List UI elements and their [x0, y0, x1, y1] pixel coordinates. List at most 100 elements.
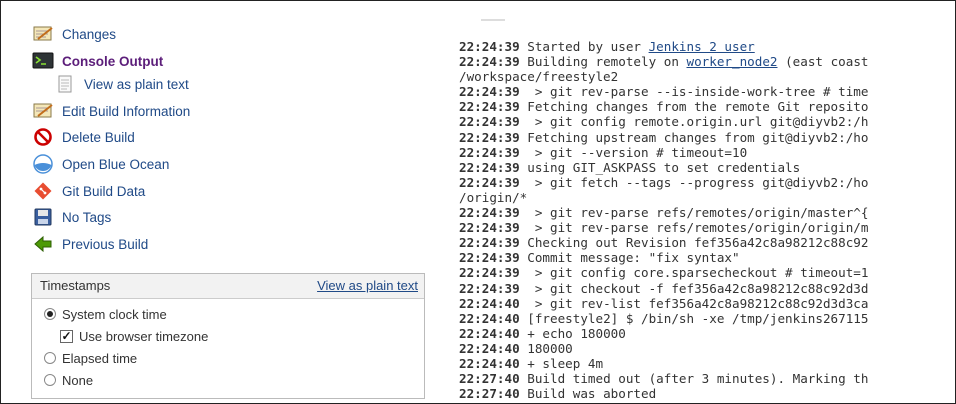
console-timestamp: 22:24:39	[459, 144, 520, 160]
browser-timezone-checkbox[interactable]: ✓	[60, 329, 73, 343]
console-line: 22:24:39 Checking out Revision fef356a42…	[459, 235, 955, 250]
console-timestamp: 22:24:39	[459, 205, 520, 221]
console-text: (east coast	[777, 54, 869, 70]
console-text: > git fetch --tags --progress git@diyvb2…	[527, 174, 869, 190]
console-line: 22:24:39 > git config core.sparsecheckou…	[459, 265, 955, 280]
none-radio[interactable]	[44, 374, 56, 386]
console-text: /origin/*	[459, 189, 528, 205]
console-timestamp: 22:24:39	[459, 235, 520, 251]
sidebar-item-previous-build[interactable]: Previous Build	[31, 232, 148, 256]
console-line: /workspace/freestyle2	[459, 69, 955, 84]
console-line: 22:24:39 Building remotely on worker_nod…	[459, 54, 955, 69]
elapsed-time-option[interactable]: Elapsed time	[44, 348, 137, 368]
document-icon	[53, 72, 77, 96]
console-line: 22:24:39 > git rev-parse refs/remotes/or…	[459, 220, 955, 235]
view-plain-text-link[interactable]: View as plain text	[317, 278, 418, 293]
floppy-disk-icon	[31, 205, 55, 229]
console-text: Started by user	[527, 39, 649, 54]
console-link[interactable]: Jenkins 2 user	[649, 39, 755, 54]
sidebar-item-no-tags[interactable]: No Tags	[31, 205, 111, 229]
system-clock-label: System clock time	[62, 306, 167, 322]
console-timestamp: 22:24:39	[459, 250, 520, 266]
console-line: 22:24:40 > git rev-list fef356a42c8a9821…	[459, 296, 955, 311]
console-timestamp: 22:24:39	[459, 265, 520, 281]
console-output: 22:24:39 Started by user Jenkins 2 user 2…	[459, 39, 955, 403]
elapsed-time-label: Elapsed time	[62, 350, 138, 366]
console-link[interactable]: worker_node2	[687, 54, 778, 69]
console-line: 22:24:39 > git rev-parse refs/remotes/or…	[459, 205, 955, 220]
console-text: Fetching changes from the remote Git rep…	[527, 99, 869, 115]
console-timestamp: 22:24:39	[459, 220, 520, 236]
console-timestamp: 22:24:39	[459, 84, 520, 100]
console-text: > git checkout -f fef356a42c8a98212c88c9…	[527, 280, 869, 296]
console-timestamp: 22:24:39	[459, 99, 520, 115]
console-text: Build timed out (after 3 minutes). Marki…	[527, 371, 869, 387]
none-label: None	[62, 372, 94, 388]
console-text: > git rev-parse refs/remotes/origin/orig…	[527, 220, 869, 236]
console-line: 22:27:40 Build timed out (after 3 minute…	[459, 371, 955, 386]
console-timestamp: 22:24:39	[459, 54, 520, 70]
console-line: 22:24:39 Fetching changes from the remot…	[459, 99, 955, 114]
sidebar-item-open-blue-ocean[interactable]: Open Blue Ocean	[31, 152, 169, 176]
console-line: 22:24:39 > git rev-parse --is-inside-wor…	[459, 84, 955, 99]
console-text: [freestyle2] $ /bin/sh -xe /tmp/jenkins2…	[527, 310, 869, 326]
system-clock-radio[interactable]	[44, 308, 56, 320]
system-clock-option[interactable]: System clock time	[44, 304, 167, 324]
sidebar-item-delete-build[interactable]: Delete Build	[31, 125, 135, 149]
console-text: + sleep 4m	[527, 355, 604, 371]
console-text: Fetching upstream changes from git@diyvb…	[527, 129, 869, 145]
console-line: 22:24:39 using GIT_ASKPASS to set creden…	[459, 160, 955, 175]
console-text: Checking out Revision fef356a42c8a98212c…	[527, 235, 869, 251]
console-timestamp: 22:24:40	[459, 325, 520, 341]
console-line: 22:24:40 + echo 180000	[459, 326, 955, 341]
timestamps-panel: Timestamps View as plain text System clo…	[31, 273, 425, 399]
sidebar-item-label: Changes	[62, 26, 117, 42]
divider	[481, 19, 505, 21]
console-line: 22:24:39 Started by user Jenkins 2 user	[459, 39, 955, 54]
console-text: Build was aborted	[527, 386, 657, 402]
notepad-icon	[31, 22, 55, 46]
console-line: 22:24:40 + sleep 4m	[459, 356, 955, 371]
sidebar-item-console-output[interactable]: Console Output	[31, 49, 163, 73]
console-line: 22:24:39 Fetching upstream changes from …	[459, 130, 955, 145]
console-text: Commit message: "fix syntax"	[527, 250, 740, 266]
console-line: /origin/*	[459, 190, 955, 205]
sidebar-item-label: No Tags	[62, 209, 112, 225]
console-text: > git rev-list fef356a42c8a98212c88c92d3…	[527, 295, 869, 311]
sidebar-item-label: Console Output	[62, 53, 164, 69]
elapsed-time-radio[interactable]	[44, 352, 56, 364]
no-entry-icon	[31, 125, 55, 149]
console-timestamp: 22:24:39	[459, 129, 520, 145]
sidebar-item-edit-build-information[interactable]: Edit Build Information	[31, 99, 190, 123]
console-text: > git rev-parse refs/remotes/origin/mast…	[527, 205, 869, 221]
console-text: + echo 180000	[527, 325, 626, 341]
git-icon	[31, 179, 55, 203]
jenkins-console-window: Changes Console Output View as plain tex…	[0, 0, 956, 404]
green-left-arrow-icon	[31, 232, 55, 256]
console-text: Building remotely on	[527, 54, 687, 70]
console-text: > git --version # timeout=10	[527, 144, 748, 160]
sidebar-item-label: View as plain text	[84, 76, 189, 92]
console-text: > git config remote.origin.url git@diyvb…	[527, 114, 869, 130]
sidebar-item-view-plain-text[interactable]: View as plain text	[53, 72, 189, 96]
browser-timezone-option[interactable]: ✓ Use browser timezone	[60, 326, 208, 346]
timestamps-header: Timestamps View as plain text	[32, 274, 424, 299]
console-text: > git config core.sparsecheckout # timeo…	[527, 265, 869, 281]
console-timestamp: 22:24:40	[459, 295, 520, 311]
sidebar-item-label: Previous Build	[62, 236, 149, 252]
console-line: 22:24:40 180000	[459, 341, 955, 356]
console-timestamp: 22:24:40	[459, 340, 520, 356]
none-option[interactable]: None	[44, 370, 93, 390]
console-line: 22:27:40 Build was aborted	[459, 386, 955, 401]
console-timestamp: 22:27:40	[459, 386, 520, 402]
sidebar-item-git-build-data[interactable]: Git Build Data	[31, 179, 145, 203]
sidebar-item-changes[interactable]: Changes	[31, 22, 116, 46]
console-timestamp: 22:24:39	[459, 114, 520, 130]
console-text: 180000	[527, 340, 573, 356]
timestamps-title: Timestamps	[40, 278, 111, 293]
blue-ocean-icon	[31, 152, 55, 176]
console-timestamp: 22:24:40	[459, 355, 520, 371]
console-timestamp: 22:24:40	[459, 310, 520, 326]
console-line: 22:24:39 > git config remote.origin.url …	[459, 114, 955, 129]
notepad-edit-icon	[31, 99, 55, 123]
